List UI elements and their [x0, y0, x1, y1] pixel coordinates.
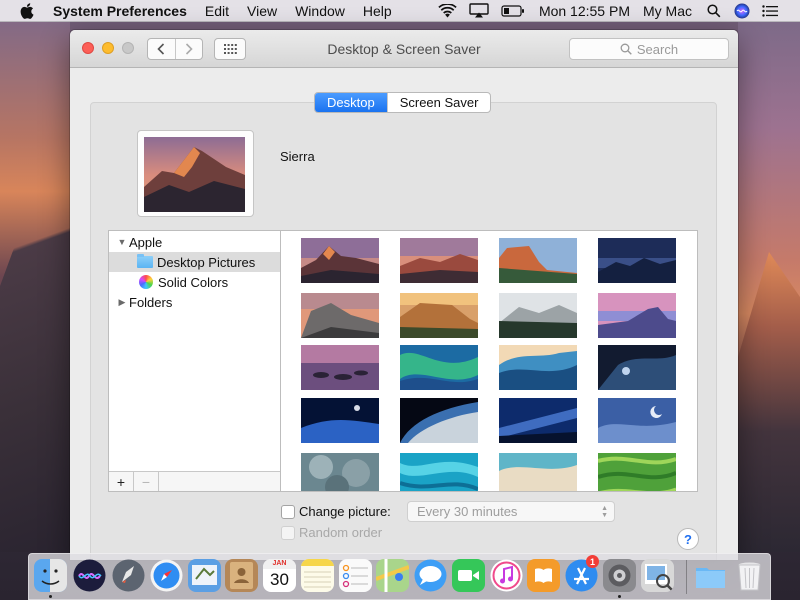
- interval-popup[interactable]: Every 30 minutes ▲ ▼: [407, 501, 615, 522]
- search-placeholder: Search: [636, 41, 679, 57]
- siri-icon[interactable]: [73, 559, 106, 592]
- disclosure-closed-icon[interactable]: ▶: [117, 297, 127, 308]
- system-preferences-icon[interactable]: [603, 559, 636, 592]
- tab-screen-saver[interactable]: Screen Saver: [386, 93, 491, 112]
- calendar-month: JAN: [263, 559, 296, 569]
- contacts-icon[interactable]: [225, 559, 258, 592]
- wallpaper-thumbnail[interactable]: [499, 345, 577, 390]
- change-picture-checkbox[interactable]: [281, 505, 295, 519]
- trash-icon[interactable]: [733, 559, 766, 592]
- wallpaper-thumbnail[interactable]: [598, 238, 676, 283]
- remove-folder-button[interactable]: −: [134, 472, 159, 491]
- source-group-folders[interactable]: ▶ Folders: [109, 292, 280, 312]
- reminders-icon[interactable]: [339, 559, 372, 592]
- wallpaper-thumbnail[interactable]: [598, 293, 676, 338]
- popup-arrows-icon: ▲ ▼: [601, 505, 608, 519]
- running-indicator: [49, 595, 52, 598]
- downloads-folder-icon[interactable]: [694, 559, 727, 592]
- wallpaper-thumbnail[interactable]: [499, 398, 577, 443]
- messages-icon[interactable]: [414, 559, 447, 592]
- notification-list-icon[interactable]: [762, 4, 778, 17]
- wifi-icon[interactable]: [438, 3, 457, 18]
- sierra-preview-image: [144, 137, 245, 212]
- wallpaper-thumbnail[interactable]: [499, 453, 577, 492]
- wallpaper-thumbnail[interactable]: [598, 398, 676, 443]
- source-item-desktop-pictures[interactable]: Desktop Pictures: [109, 252, 280, 272]
- itunes-icon[interactable]: [490, 559, 523, 592]
- wallpaper-thumbnail[interactable]: [400, 398, 478, 443]
- random-order-label: Random order: [299, 525, 383, 540]
- wallpaper-thumbnail[interactable]: [301, 345, 379, 390]
- menu-edit[interactable]: Edit: [205, 3, 229, 19]
- source-group-label: Folders: [129, 294, 173, 310]
- safari-icon[interactable]: [150, 559, 183, 592]
- source-item-label: Desktop Pictures: [157, 254, 256, 270]
- search-icon: [620, 43, 632, 55]
- wallpaper-thumbnail[interactable]: [301, 293, 379, 338]
- source-list: ▼ Apple Desktop Pictures Solid Colors ▶ …: [108, 230, 281, 492]
- dock: JAN 30: [28, 553, 771, 600]
- interval-value: Every 30 minutes: [417, 504, 518, 519]
- search-field[interactable]: Search: [569, 38, 729, 60]
- wallpaper-thumbnail[interactable]: [400, 293, 478, 338]
- wallpaper-thumbnail[interactable]: [400, 453, 478, 492]
- menu-window[interactable]: Window: [295, 3, 345, 19]
- wallpaper-thumbnail[interactable]: [301, 453, 379, 492]
- disclosure-open-icon[interactable]: ▼: [117, 237, 127, 247]
- source-group-apple[interactable]: ▼ Apple: [109, 232, 280, 252]
- mail-icon[interactable]: [188, 559, 221, 592]
- menu-clock[interactable]: Mon 12:55 PM: [539, 3, 630, 19]
- picture-grid: [280, 230, 698, 492]
- current-picture-name: Sierra: [280, 149, 315, 164]
- title-bar: Desktop & Screen Saver Search: [70, 30, 738, 68]
- facetime-icon[interactable]: [452, 559, 485, 592]
- airplay-icon[interactable]: [469, 3, 489, 18]
- wallpaper-thumbnail[interactable]: [499, 293, 577, 338]
- source-group-label: Apple: [129, 234, 163, 250]
- menu-view[interactable]: View: [247, 3, 277, 19]
- source-item-solid-colors[interactable]: Solid Colors: [109, 272, 280, 292]
- preview-icon[interactable]: [641, 559, 674, 592]
- notes-icon[interactable]: [301, 559, 334, 592]
- apple-icon[interactable]: [20, 2, 36, 19]
- dock-separator: [686, 560, 687, 594]
- help-button[interactable]: ?: [677, 528, 699, 550]
- current-picture-preview: [137, 130, 254, 217]
- app-store-badge: 1: [586, 555, 599, 568]
- menu-help[interactable]: Help: [363, 3, 392, 19]
- menu-bar: System Preferences Edit View Window Help…: [0, 0, 800, 22]
- ibooks-icon[interactable]: [527, 559, 560, 592]
- desktop-wallpaper-left: [0, 22, 70, 552]
- calendar-day: 30: [270, 570, 289, 589]
- wallpaper-thumbnail[interactable]: [598, 345, 676, 390]
- battery-icon[interactable]: [501, 4, 525, 17]
- spotlight-icon[interactable]: [707, 3, 721, 18]
- wallpaper-thumbnail[interactable]: [400, 345, 478, 390]
- folder-icon: [137, 254, 153, 268]
- tab-control: Desktop Screen Saver: [314, 92, 492, 113]
- launchpad-icon[interactable]: [112, 559, 145, 592]
- source-item-label: Solid Colors: [158, 274, 229, 290]
- wallpaper-thumbnail[interactable]: [400, 238, 478, 283]
- change-picture-label: Change picture:: [299, 504, 391, 519]
- menu-user[interactable]: My Mac: [643, 3, 692, 19]
- desktop-screensaver-window: Desktop & Screen Saver Search Desktop Sc…: [70, 30, 738, 560]
- wallpaper-thumbnail[interactable]: [499, 238, 577, 283]
- running-indicator: [618, 595, 621, 598]
- add-folder-button[interactable]: +: [109, 472, 134, 491]
- wallpaper-thumbnail[interactable]: [598, 453, 676, 492]
- desktop-wallpaper-right: [738, 22, 800, 552]
- wallpaper-thumbnail[interactable]: [301, 398, 379, 443]
- menu-app-name[interactable]: System Preferences: [53, 3, 187, 19]
- wallpaper-thumbnail[interactable]: [301, 238, 379, 283]
- color-wheel-icon: [139, 275, 153, 289]
- siri-icon[interactable]: [734, 3, 750, 19]
- finder-icon[interactable]: [34, 559, 67, 592]
- maps-icon[interactable]: [376, 559, 409, 592]
- calendar-icon[interactable]: JAN 30: [263, 559, 296, 592]
- random-order-checkbox[interactable]: [281, 526, 295, 540]
- tab-desktop[interactable]: Desktop: [315, 93, 387, 112]
- source-list-toolbar: + −: [109, 471, 280, 491]
